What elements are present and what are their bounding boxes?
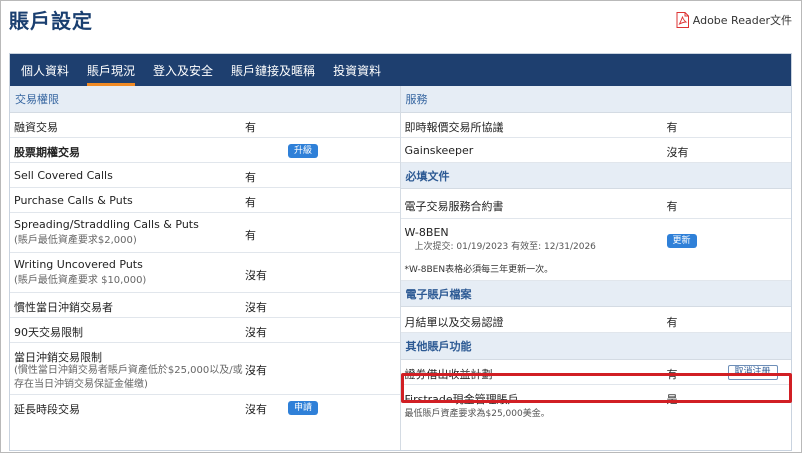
service-value: 沒有 xyxy=(666,146,689,159)
permission-value: 沒有 xyxy=(245,364,267,377)
edoc-value: 有 xyxy=(666,316,678,329)
account-panel: 個人資料 賬戶現況 登入及安全 賬戶鏈接及暱稱 投資資料 交易權限 融資交易 有… xyxy=(9,53,792,451)
document-row: 電子交易服務合約書 有 xyxy=(400,189,791,219)
document-label: 電子交易服務合約書 xyxy=(404,200,504,213)
tab-account-status[interactable]: 賬戶現況 xyxy=(78,54,144,86)
edoc-row: 月結單以及交易認證 有 xyxy=(400,307,791,333)
service-value: 有 xyxy=(666,121,678,134)
permission-value: 有 xyxy=(245,171,256,184)
permission-label: Writing Uncovered Puts xyxy=(14,258,143,271)
document-value: 有 xyxy=(666,200,678,213)
tab-bar: 個人資料 賬戶現況 登入及安全 賬戶鏈接及暱稱 投資資料 xyxy=(10,54,791,86)
permission-row: 股票期權交易 升級 xyxy=(10,138,400,163)
edoc-label: 月結單以及交易認證 xyxy=(404,316,504,329)
permission-row: 融資交易 有 xyxy=(10,113,400,138)
feature-row: Firstrade現金管理賬戶 是 最低賬戶資產要求為$25,000美金。 xyxy=(401,385,792,425)
pdf-icon xyxy=(676,12,689,28)
permission-label: Sell Covered Calls xyxy=(14,169,113,182)
permission-row: Spreading/Straddling Calls & Puts (賬戶最低資… xyxy=(10,213,400,253)
permission-note: (賬戶最低資產要求 $10,000) xyxy=(14,275,147,286)
permission-note: 存在当日沖销交易保証金催缴) xyxy=(14,379,148,390)
permission-row: Sell Covered Calls 有 xyxy=(10,163,400,188)
service-label: 即時報價交易所協議 xyxy=(404,121,504,134)
unenroll-button[interactable]: 取消注册 xyxy=(727,365,778,380)
permission-label: 慣性當日沖銷交易者 xyxy=(14,301,113,314)
service-row: 即時報價交易所協議 有 xyxy=(400,113,791,138)
trading-permissions-column: 交易權限 融資交易 有 股票期權交易 升級 Sell Covered Calls… xyxy=(10,86,401,450)
w8ben-dates: 上次提交: 01/19/2023 有效至: 12/31/2026 xyxy=(414,242,596,252)
adobe-reader-link[interactable]: Adobe Reader文件 xyxy=(676,12,792,28)
page-title: 賬戶設定 xyxy=(9,9,93,33)
permission-row: 90天交易限制 沒有 xyxy=(10,318,400,343)
permission-note: (賬戶最低資產要求$2,000) xyxy=(14,235,137,246)
tab-investment-info[interactable]: 投資資料 xyxy=(324,54,390,86)
permission-label: 融資交易 xyxy=(14,121,58,134)
w8ben-note: *W-8BEN表格必須每三年更新一次。 xyxy=(404,265,554,275)
cash-account-note: 最低賬戶資產要求為$25,000美金。 xyxy=(404,409,550,419)
tab-account-links[interactable]: 賬戶鏈接及暱稱 xyxy=(222,54,324,86)
permission-value: 有 xyxy=(245,196,256,209)
tab-personal-info[interactable]: 個人資料 xyxy=(12,54,78,86)
apply-button[interactable]: 申請 xyxy=(288,401,319,415)
required-docs-header: 必填文件 xyxy=(400,163,791,189)
permission-label: 當日沖銷交易限制 xyxy=(14,351,102,364)
upgrade-button[interactable]: 升級 xyxy=(288,144,319,158)
other-features-header: 其他賬戶功能 xyxy=(400,333,791,360)
permission-row: Purchase Calls & Puts 有 xyxy=(10,188,400,213)
services-column: 服務 即時報價交易所協議 有 Gainskeeper 沒有 必填文件 電子交易服… xyxy=(400,86,792,450)
permission-row: 慣性當日沖銷交易者 沒有 xyxy=(10,293,400,318)
permission-value: 有 xyxy=(245,229,256,242)
trading-permissions-header: 交易權限 xyxy=(10,86,400,113)
permission-row: 當日沖銷交易限制 (慣性當日沖銷交易者賬戶資產低於$25,000以及/或 存在当… xyxy=(10,343,400,395)
permission-value: 沒有 xyxy=(245,403,267,416)
permission-label: Purchase Calls & Puts xyxy=(14,194,133,207)
permission-label: 90天交易限制 xyxy=(14,326,83,339)
tab-login-security[interactable]: 登入及安全 xyxy=(144,54,222,86)
feature-label: Firstrade現金管理賬戶 xyxy=(404,393,519,406)
document-row: W-8BEN 上次提交: 01/19/2023 有效至: 12/31/2026 … xyxy=(400,219,791,281)
permission-value: 有 xyxy=(245,121,256,134)
electronic-docs-header: 電子賬戶檔案 xyxy=(400,281,791,307)
update-button[interactable]: 更新 xyxy=(666,234,697,248)
permission-note: (慣性當日沖銷交易者賬戶資產低於$25,000以及/或 xyxy=(14,365,243,376)
feature-value: 是 xyxy=(666,393,678,406)
permission-row: Writing Uncovered Puts (賬戶最低資產要求 $10,000… xyxy=(10,253,400,293)
services-header: 服務 xyxy=(400,86,791,113)
feature-row: 證券借出收益計劃 有 取消注册 xyxy=(400,360,791,385)
adobe-reader-label: Adobe Reader文件 xyxy=(692,14,792,27)
permission-value: 沒有 xyxy=(245,326,267,339)
permission-label: Spreading/Straddling Calls & Puts xyxy=(14,218,199,231)
service-label: Gainskeeper xyxy=(404,144,474,157)
document-label: W-8BEN xyxy=(404,226,449,239)
feature-value: 有 xyxy=(666,368,678,381)
permission-label: 股票期權交易 xyxy=(14,146,80,159)
permission-row: 延長時段交易 沒有 申請 xyxy=(10,395,400,419)
permission-label: 延長時段交易 xyxy=(14,403,80,416)
permission-value: 沒有 xyxy=(245,269,267,282)
securities-lending-link[interactable]: 證券借出收益計劃 xyxy=(405,366,493,382)
service-row: Gainskeeper 沒有 xyxy=(400,138,791,163)
permission-value: 沒有 xyxy=(245,301,267,314)
